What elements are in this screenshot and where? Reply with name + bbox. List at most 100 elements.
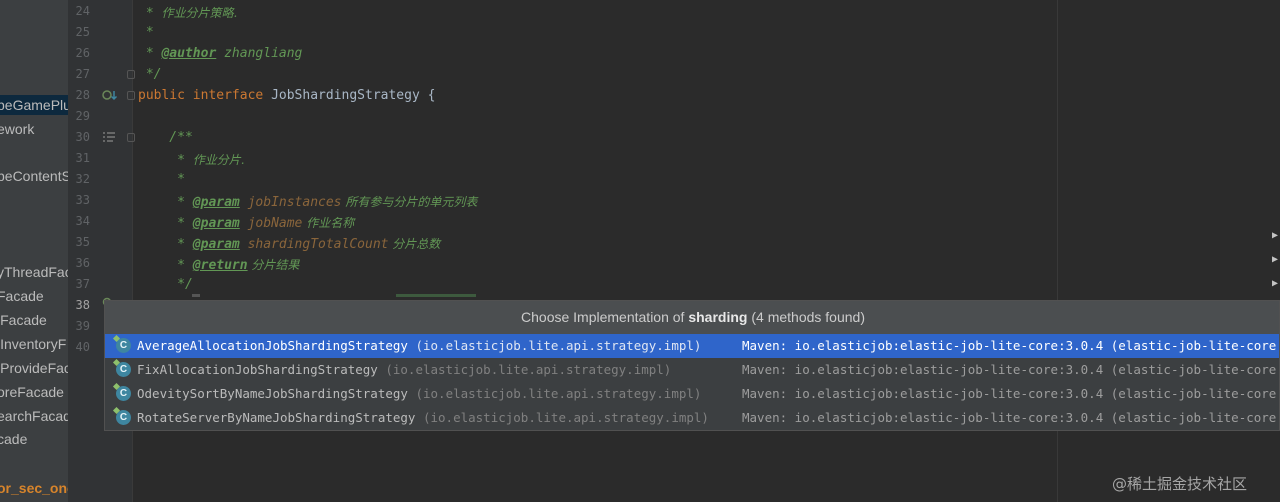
implementation-name: FixAllocationJobShardingStrategy bbox=[137, 362, 378, 377]
project-tree-item[interactable]: ework bbox=[0, 121, 37, 137]
fold-marker[interactable] bbox=[127, 91, 135, 100]
line-number: 37 bbox=[75, 277, 90, 291]
comment-star: * bbox=[138, 258, 193, 273]
project-tree-item-label: earchFacad bbox=[0, 408, 68, 424]
comment-star: * bbox=[138, 153, 193, 168]
project-tree-item[interactable]: oreFacade bbox=[0, 384, 67, 400]
project-tree-item-label: lFacade bbox=[0, 312, 47, 328]
code-line: * @param shardingTotalCount 分片总数 bbox=[138, 235, 440, 252]
partially-hidden-code bbox=[396, 294, 476, 297]
watermark: @稀土掘金技术社区 bbox=[1112, 475, 1248, 493]
line-number: 28 bbox=[75, 88, 90, 102]
project-tree-item[interactable]: lInventoryF bbox=[0, 336, 68, 352]
param-name: jobInstances bbox=[239, 195, 342, 210]
line-number: 33 bbox=[75, 193, 90, 207]
code-line: public interface JobShardingStrategy { bbox=[138, 88, 435, 103]
project-tree-item[interactable]: cade bbox=[0, 431, 30, 447]
comment-text: zhangliang bbox=[216, 46, 303, 61]
implementation-package: (io.elasticjob.lite.api.strategy.impl) bbox=[377, 362, 672, 377]
popup-title-prefix: Choose Implementation of bbox=[521, 309, 689, 325]
project-tree-item[interactable]: Facade bbox=[0, 288, 47, 304]
implementation-name: AverageAllocationJobShardingStrategy bbox=[137, 338, 408, 353]
class-icon: C bbox=[116, 338, 131, 353]
line-number: 36 bbox=[75, 256, 90, 270]
implementation-row[interactable]: C AverageAllocationJobShardingStrategy (… bbox=[105, 334, 1279, 358]
code-line: * @author zhangliang bbox=[138, 46, 303, 61]
implementation-row[interactable]: C RotateServerByNameJobShardingStrategy … bbox=[105, 406, 1279, 430]
comment-star: * bbox=[138, 6, 162, 21]
line-number: 35 bbox=[75, 235, 90, 249]
comment-star: * bbox=[138, 216, 193, 231]
implementation-row[interactable]: C OdevitySortByNameJobShardingStrategy (… bbox=[105, 382, 1279, 406]
code-line: * 作业分片策略. bbox=[138, 4, 238, 21]
comment-text: 作业名称 bbox=[302, 216, 355, 230]
implementation-name-group: RotateServerByNameJobShardingStrategy (i… bbox=[137, 406, 709, 430]
project-tree-item-label: lInventoryF bbox=[0, 336, 67, 352]
javadoc-tag: @author bbox=[161, 46, 217, 61]
comment-star: * bbox=[138, 46, 162, 61]
implemented-by-icon[interactable] bbox=[102, 89, 118, 106]
code-line: * @param jobName 作业名称 bbox=[138, 214, 354, 231]
project-tree-item[interactable]: peGamePlu bbox=[0, 95, 68, 115]
class-icon: C bbox=[116, 386, 131, 401]
maven-library: Maven: io.elasticjob:elastic-job-lite-co… bbox=[742, 386, 1277, 401]
comment-text: 作业分片策略. bbox=[161, 6, 238, 20]
line-number: 24 bbox=[75, 4, 90, 18]
code-line: * 作业分片. bbox=[138, 151, 245, 168]
implementation-name: RotateServerByNameJobShardingStrategy bbox=[137, 410, 416, 425]
line-number: 27 bbox=[75, 67, 90, 81]
class-icon: C bbox=[116, 410, 131, 425]
code-line: /** bbox=[138, 130, 193, 145]
choose-implementation-popup: Choose Implementation of sharding (4 met… bbox=[104, 300, 1280, 431]
line-number: 30 bbox=[75, 130, 90, 144]
popup-title-suffix: (4 methods found) bbox=[747, 309, 865, 325]
project-tree-item-label: ework bbox=[0, 121, 35, 137]
keyword: interface bbox=[192, 88, 264, 103]
fold-marker[interactable] bbox=[127, 70, 135, 79]
project-tree-panel: peGamePlu ework peContentS yThreadFac Fa… bbox=[0, 0, 68, 502]
implementation-package: (io.elasticjob.lite.api.strategy.impl) bbox=[407, 338, 702, 353]
javadoc-toggle-icon[interactable] bbox=[102, 131, 116, 146]
comment-star: * bbox=[138, 195, 193, 210]
javadoc-tag: @param bbox=[192, 195, 240, 210]
fold-marker[interactable] bbox=[127, 133, 135, 142]
line-number: 25 bbox=[75, 25, 90, 39]
code-line: * @return 分片结果 bbox=[138, 256, 299, 273]
line-number: 39 bbox=[75, 319, 90, 333]
project-tree-item-label: oreFacade bbox=[0, 384, 64, 400]
maven-library: Maven: io.elasticjob:elastic-job-lite-co… bbox=[742, 362, 1277, 377]
popup-title: Choose Implementation of sharding (4 met… bbox=[105, 301, 1279, 334]
code-line: * @param jobInstances 所有参与分片的单元列表 bbox=[138, 193, 477, 210]
line-number: 26 bbox=[75, 46, 90, 60]
project-tree-item-label: peGamePlu bbox=[0, 97, 68, 113]
code-line: */ bbox=[138, 67, 162, 82]
comment-text: 所有参与分片的单元列表 bbox=[341, 195, 478, 209]
project-tree-item[interactable]: peContentS bbox=[0, 168, 68, 184]
code-line: */ bbox=[138, 277, 193, 292]
implementation-package: (io.elasticjob.lite.api.strategy.impl) bbox=[415, 410, 709, 425]
code-line: * bbox=[138, 25, 154, 40]
implementation-row[interactable]: C FixAllocationJobShardingStrategy (io.e… bbox=[105, 358, 1279, 382]
expand-arrow-icon[interactable]: ▶ bbox=[1272, 278, 1278, 289]
project-tree-item-label: lProvideFac bbox=[0, 360, 68, 376]
project-tree-item[interactable]: lProvideFac bbox=[0, 360, 68, 376]
project-tree-item[interactable]: or_sec_one bbox=[0, 480, 68, 496]
interface-name: JobShardingStrategy { bbox=[271, 88, 436, 103]
project-tree-item[interactable]: lFacade bbox=[0, 312, 50, 328]
keyword: public bbox=[138, 88, 185, 103]
expand-arrow-icon[interactable]: ▶ bbox=[1272, 254, 1278, 265]
javadoc-tag: @param bbox=[192, 216, 240, 231]
comment-text: 分片总数 bbox=[388, 237, 441, 251]
project-tree-item[interactable]: earchFacad bbox=[0, 408, 68, 424]
partially-hidden-code bbox=[192, 294, 200, 297]
param-name: jobName bbox=[239, 216, 303, 231]
project-tree-item-label: cade bbox=[0, 431, 28, 447]
project-tree-item[interactable]: yThreadFac bbox=[0, 264, 68, 280]
line-number: 29 bbox=[75, 109, 90, 123]
expand-arrow-icon[interactable]: ▶ bbox=[1272, 230, 1278, 241]
maven-library: Maven: io.elasticjob:elastic-job-lite-co… bbox=[742, 338, 1277, 353]
comment-text: 作业分片. bbox=[192, 153, 245, 167]
line-number: 32 bbox=[75, 172, 90, 186]
line-number-active: 38 bbox=[75, 298, 90, 312]
project-tree-item-label: Facade bbox=[0, 288, 44, 304]
